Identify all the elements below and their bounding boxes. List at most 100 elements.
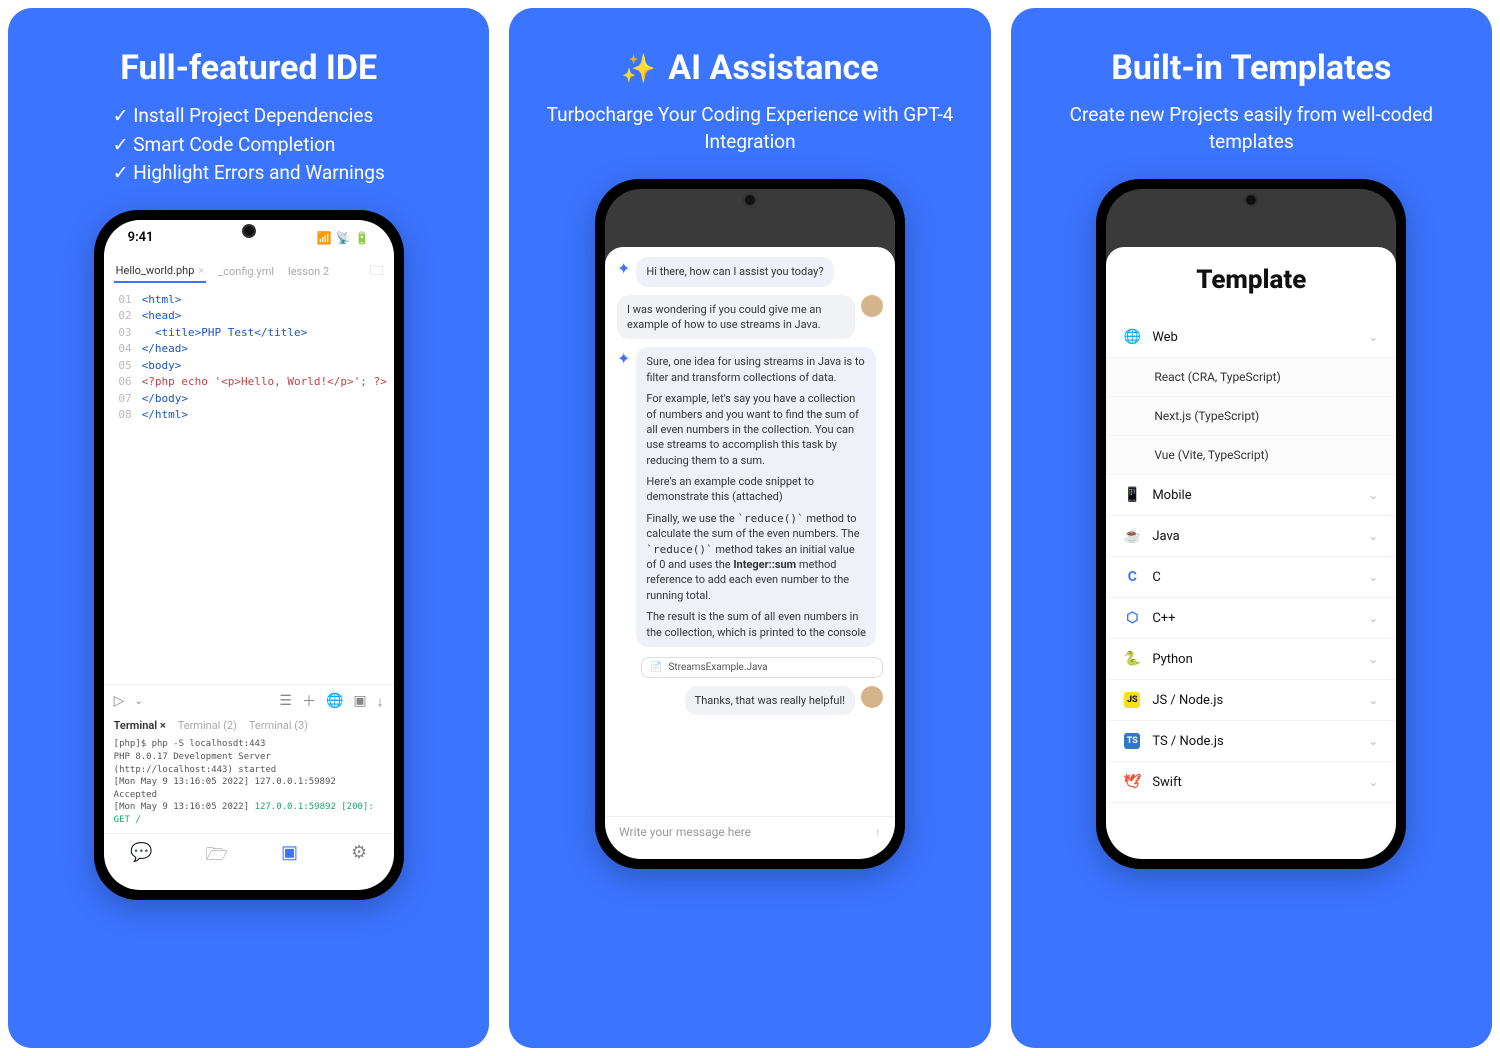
user-bubble: Thanks, that was really helpful! [685, 686, 855, 715]
editor-tab[interactable]: _config.yml [216, 261, 276, 282]
terminal-tabs: Terminal × Terminal (2) Terminal (3) [104, 717, 394, 734]
chevron-down-icon: ⌄ [1368, 734, 1378, 748]
chevron-down-icon: ⌄ [1368, 330, 1378, 344]
attachment-chip[interactable]: 📄 StreamsExample.Java [641, 657, 883, 678]
ai-message-row: ✦ Sure, one idea for using streams in Ja… [617, 347, 883, 647]
chat-icon[interactable]: 💬 [130, 842, 152, 872]
editor-tabs: Hello_world.php× _config.yml lesson 2 🗀 [104, 256, 394, 288]
category-icon: C [1124, 569, 1140, 585]
bottom-nav: 💬 🗁 ▣ ⚙ [104, 833, 394, 890]
card2-title: ✨ AI Assistance [621, 48, 878, 88]
template-item[interactable]: React (CRA, TypeScript) [1106, 358, 1396, 397]
template-item[interactable]: Next.js (TypeScript) [1106, 397, 1396, 436]
category-icon: JS [1124, 692, 1140, 708]
avatar [861, 295, 883, 317]
chevron-down-icon: ⌄ [1368, 693, 1378, 707]
user-message-row: Thanks, that was really helpful! [617, 686, 883, 715]
feature-item: Smart Code Completion [113, 131, 385, 160]
card3-title: Built-in Templates [1111, 48, 1391, 88]
menu-icon[interactable]: ☰ [279, 693, 292, 709]
chevron-down-icon: ⌄ [1368, 488, 1378, 502]
card2-subtitle: Turbocharge Your Coding Experience with … [539, 102, 960, 155]
editor-toolbar: ▷ ⌄ ☰ ＋ 🌐 ▣ ↓ [104, 684, 394, 717]
terminal-tab[interactable]: Terminal (3) [249, 719, 308, 732]
category-label: Mobile [1152, 488, 1191, 503]
template-category[interactable]: TS TS / Node.js ⌄ [1106, 721, 1396, 762]
category-icon: 🐍 [1124, 651, 1140, 667]
editor-tab[interactable]: lesson 2 [286, 261, 331, 282]
template-category[interactable]: ⬡C++⌄ [1106, 598, 1396, 639]
plus-icon[interactable]: ＋ [302, 691, 316, 711]
phone-mock: 9:41 📶 📡 🔋 Hello_world.php× _config.yml … [94, 210, 404, 900]
category-label: C [1152, 570, 1160, 585]
card3-subtitle: Create new Projects easily from well-cod… [1041, 102, 1462, 155]
status-icons: 📶 📡 🔋 [317, 231, 370, 245]
gear-icon[interactable]: ⚙ [351, 842, 367, 872]
category-icon: ☕ [1124, 528, 1140, 544]
category-icon: TS [1124, 733, 1140, 749]
panel-icon[interactable]: ▣ [353, 693, 366, 709]
file-icon: 📄 [650, 662, 662, 673]
category-icon: ⬡ [1124, 610, 1140, 626]
phone-notch [204, 224, 294, 246]
folder-icon[interactable]: 🗀 [370, 260, 384, 284]
template-category[interactable]: ☕ Java ⌄ [1106, 516, 1396, 557]
chevron-down-icon: ⌄ [1368, 529, 1378, 543]
chat-input[interactable]: Write your message here [619, 825, 867, 839]
promo-card-ide: Full-featured IDE Install Project Depend… [8, 8, 489, 1048]
phone-mock: ✦ Hi there, how can I assist you today? … [595, 179, 905, 869]
promo-card-templates: Built-in Templates Create new Projects e… [1011, 8, 1492, 1048]
category-label: Python [1152, 652, 1192, 667]
category-label: Web [1152, 330, 1178, 345]
ai-message-row: ✦ Hi there, how can I assist you today? [617, 257, 883, 286]
category-icon: 📱 [1124, 487, 1140, 503]
download-icon[interactable]: ↓ [377, 693, 384, 710]
category-label: JS / Node.js [1152, 693, 1223, 708]
template-category[interactable]: 📱 Mobile ⌄ [1106, 475, 1396, 516]
category-icon: 🕊 [1124, 774, 1140, 790]
user-message-row: I was wondering if you could give me an … [617, 295, 883, 340]
user-bubble: I was wondering if you could give me an … [617, 295, 855, 340]
chevron-down-icon: ⌄ [1368, 652, 1378, 666]
template-header: Template [1106, 247, 1396, 317]
run-icon[interactable]: ▷ [114, 693, 125, 709]
terminal-tab[interactable]: Terminal × [114, 719, 166, 732]
feature-item: Install Project Dependencies [113, 102, 385, 131]
close-icon[interactable]: × [198, 264, 204, 277]
template-category[interactable]: CC ⌄ [1106, 557, 1396, 598]
template-category[interactable]: 🕊Swift⌄ [1106, 762, 1396, 803]
template-category[interactable]: 🐍 Python ⌄ [1106, 639, 1396, 680]
signal-icon: 📶 [317, 231, 332, 245]
chevron-down-icon[interactable]: ⌄ [134, 696, 142, 707]
chat-input-bar: Write your message here ↑ [605, 816, 895, 859]
avatar [861, 686, 883, 708]
category-label: C++ [1152, 611, 1175, 626]
status-time: 9:41 [128, 230, 154, 245]
sparkle-icon: ✦ [617, 349, 630, 368]
sparkle-icon: ✦ [617, 259, 630, 278]
editor-tab-active[interactable]: Hello_world.php× [114, 260, 207, 283]
terminal-tab[interactable]: Terminal (2) [178, 719, 237, 732]
card1-title: Full-featured IDE [120, 48, 377, 88]
category-icon: 🌐 [1124, 329, 1140, 345]
template-category[interactable]: JS JS / Node.js ⌄ [1106, 680, 1396, 721]
category-label: Java [1152, 529, 1179, 544]
terminal-output: [php]$ php -S localhosdt:443 PHP 8.0.17 … [104, 734, 394, 832]
feature-item: Highlight Errors and Warnings [113, 159, 385, 188]
template-item[interactable]: Vue (Vite, TypeScript) [1106, 436, 1396, 475]
template-category[interactable]: 🌐 Web ⌄ [1106, 317, 1396, 358]
globe-icon[interactable]: 🌐 [326, 693, 343, 709]
phone-notch [705, 193, 795, 215]
card1-features: Install Project Dependencies Smart Code … [113, 102, 385, 188]
folder-icon[interactable]: 🗁 [206, 842, 228, 872]
ai-bubble: Hi there, how can I assist you today? [636, 257, 833, 286]
terminal-icon[interactable]: ▣ [281, 842, 298, 872]
sparkle-icon: ✨ [621, 52, 656, 85]
category-label: TS / Node.js [1152, 734, 1223, 749]
code-editor[interactable]: 01<html> 02<head> 03 <title>PHP Test</ti… [104, 288, 394, 685]
chevron-down-icon: ⌄ [1368, 570, 1378, 584]
wifi-icon: 📡 [336, 231, 351, 245]
category-label: Swift [1152, 775, 1181, 790]
close-icon[interactable]: × [160, 719, 166, 732]
send-icon[interactable]: ↑ [875, 825, 881, 839]
